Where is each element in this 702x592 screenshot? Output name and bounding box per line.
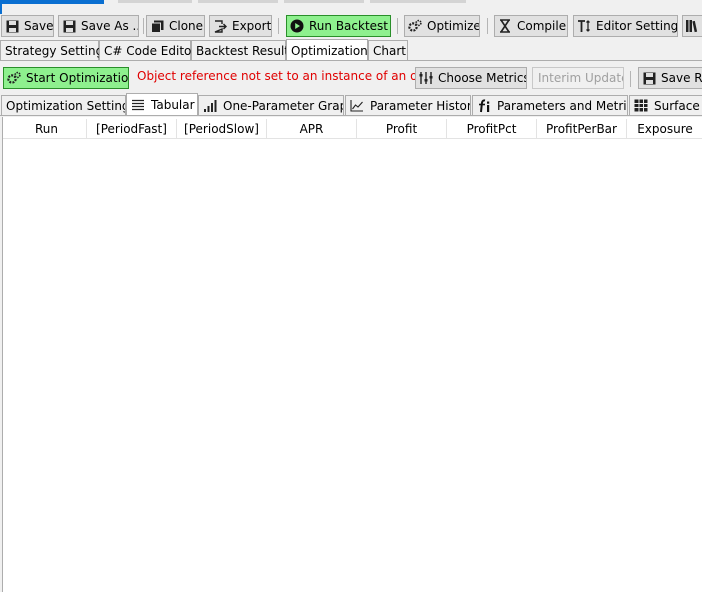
tab-one-parameter-graph[interactable]: One-Parameter Graph — [198, 95, 344, 115]
choose-metrics-button[interactable]: Choose Metrics — [415, 67, 527, 89]
export-button[interactable]: Export — [209, 15, 272, 37]
results-grid[interactable]: Run [PeriodFast] [PeriodSlow] APR Profit… — [2, 117, 702, 592]
tab-label: Parameters and Metrics — [497, 98, 628, 113]
hourglass-icon — [498, 19, 512, 33]
document-tab-edge — [370, 0, 466, 3]
toolbar: Save Save As ... Clone Export Run Backte… — [0, 14, 702, 38]
optimization-toolbar: Start Optimization Object reference not … — [0, 65, 702, 91]
tab-label: One-Parameter Graph — [223, 98, 344, 113]
line-chart-icon — [350, 99, 364, 113]
tab-optimization[interactable]: Optimization — [286, 39, 368, 61]
save-results-label: Save Res — [661, 71, 702, 85]
tab-strategy-settings[interactable]: Strategy Settings — [0, 40, 109, 60]
column-header-period-slow[interactable]: [PeriodSlow] — [177, 119, 267, 139]
tab-label: Tabular — [151, 98, 195, 112]
floppy-disk-icon — [642, 71, 656, 85]
toolbar-separator — [278, 18, 279, 34]
run-backtest-button[interactable]: Run Backtest — [286, 15, 391, 37]
clone-icon — [150, 19, 164, 33]
bar-graph-icon — [203, 99, 217, 113]
clone-button[interactable]: Clone — [146, 15, 205, 37]
grid-header: Run [PeriodFast] [PeriodSlow] APR Profit… — [3, 119, 702, 139]
toolbar-separator — [487, 18, 488, 34]
save-button-label: Save — [24, 19, 54, 33]
library-button[interactable] — [682, 15, 702, 37]
floppy-disk-icon — [62, 19, 76, 33]
tab-label: Strategy Settings — [5, 43, 110, 58]
tab-code-editor[interactable]: C# Code Editor — [99, 40, 196, 60]
compile-button-label: Compile — [517, 19, 567, 33]
table-lines-icon — [131, 98, 145, 112]
column-header-period-fast[interactable]: [PeriodFast] — [87, 119, 177, 139]
save-as-button-label: Save As ... — [81, 19, 139, 33]
column-header-exposure[interactable]: Exposure — [627, 119, 702, 139]
grid-icon — [634, 99, 648, 113]
column-header-profit[interactable]: Profit — [357, 119, 447, 139]
optimize-button[interactable]: Optimize — [404, 15, 480, 37]
tab-tabular[interactable]: Tabular — [126, 93, 198, 116]
tab-divider — [0, 60, 702, 61]
run-backtest-label: Run Backtest — [309, 19, 389, 33]
tab-label: Parameter History — [370, 98, 471, 113]
tab-optimization-settings[interactable]: Optimization Settings — [1, 95, 126, 115]
clone-button-label: Clone — [169, 19, 204, 33]
active-document-tab-edge — [0, 0, 104, 4]
column-header-profit-pct[interactable]: ProfitPct — [447, 119, 537, 139]
column-header-apr[interactable]: APR — [267, 119, 357, 139]
export-button-label: Export — [232, 19, 272, 33]
gears-icon — [7, 71, 21, 85]
column-header-profit-per-bar[interactable]: ProfitPerBar — [537, 119, 627, 139]
toolbar-separator — [630, 71, 631, 87]
document-tab-edge — [284, 0, 364, 3]
document-tab-edge — [118, 0, 192, 3]
interim-update-button[interactable]: Interim Update — [532, 67, 624, 89]
floppy-disk-icon — [5, 19, 19, 33]
column-header-run[interactable]: Run — [7, 119, 87, 139]
tab-label: Chart — [373, 43, 406, 58]
tab-parameter-history[interactable]: Parameter History — [345, 95, 471, 115]
save-as-button[interactable]: Save As ... — [58, 15, 139, 37]
error-message: Object reference not set to an instance … — [137, 69, 451, 83]
sliders-icon — [419, 71, 433, 85]
save-button[interactable]: Save — [1, 15, 54, 37]
start-optimization-label: Start Optimization — [26, 71, 129, 85]
editor-settings-button[interactable]: Editor Settings — [573, 15, 678, 37]
tab-label: Surface G — [654, 98, 702, 113]
top-strip — [0, 0, 702, 14]
optimize-button-label: Optimize — [427, 19, 480, 33]
play-icon — [290, 19, 304, 33]
text-height-icon — [577, 19, 591, 33]
sub-tab-divider — [0, 115, 702, 116]
export-icon — [213, 19, 227, 33]
save-results-button[interactable]: Save Res — [638, 67, 702, 89]
main-tabs: Strategy Settings C# Code Editor Backtes… — [0, 39, 702, 61]
function-icon — [477, 98, 491, 113]
tab-label: Backtest Results — [196, 43, 296, 58]
interim-update-label: Interim Update — [538, 71, 624, 85]
editor-settings-label: Editor Settings — [596, 19, 678, 33]
toolbar-separator — [397, 18, 398, 34]
choose-metrics-label: Choose Metrics — [438, 71, 527, 85]
tab-surface-graph[interactable]: Surface G — [629, 95, 702, 115]
start-optimization-button[interactable]: Start Optimization — [3, 67, 129, 89]
compile-button[interactable]: Compile — [494, 15, 568, 37]
tab-parameters-and-metrics[interactable]: Parameters and Metrics — [472, 95, 628, 115]
tab-chart[interactable]: Chart — [368, 40, 408, 60]
tab-label: Optimization — [291, 43, 368, 58]
tab-label: Optimization Settings — [6, 98, 126, 113]
books-icon — [685, 19, 699, 33]
toolbar-separator — [143, 18, 144, 34]
tab-label: C# Code Editor — [104, 43, 197, 58]
tab-backtest-results[interactable]: Backtest Results — [191, 40, 295, 60]
optimization-sub-tabs: Optimization Settings Tabular One-Parame… — [0, 93, 702, 116]
gears-icon — [408, 19, 422, 33]
document-tab-edge — [198, 0, 278, 3]
